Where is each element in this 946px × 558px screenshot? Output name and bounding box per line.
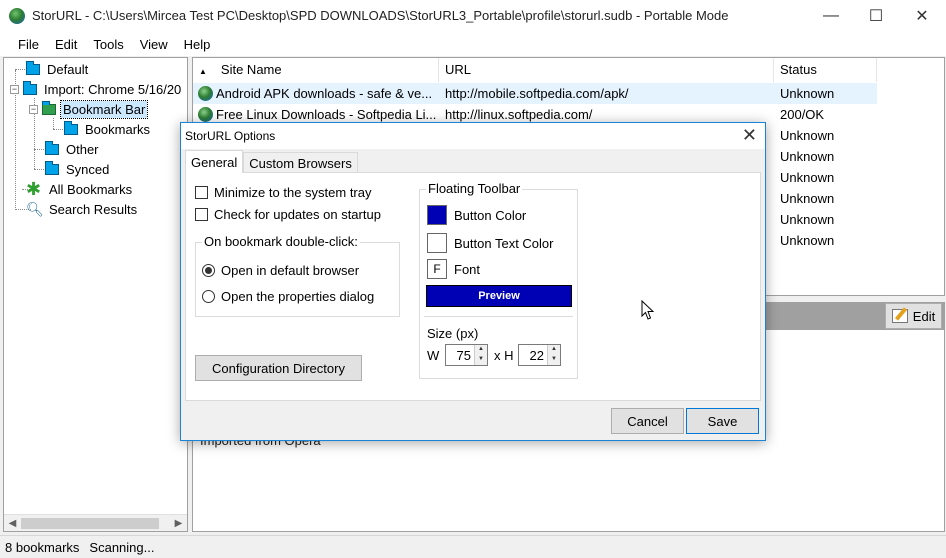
tree-item-bookmarks[interactable]: Bookmarks bbox=[64, 119, 152, 139]
column-status[interactable]: Status bbox=[774, 58, 877, 82]
folder-icon bbox=[42, 100, 56, 115]
status-bar: 8 bookmarks Scanning... bbox=[0, 535, 946, 558]
tab-custom-browsers[interactable]: Custom Browsers bbox=[243, 152, 358, 173]
font-label: Font bbox=[454, 262, 481, 277]
scroll-right-icon[interactable]: ▶ bbox=[170, 515, 187, 531]
menu-edit[interactable]: Edit bbox=[47, 37, 85, 52]
menu-bar: File Edit Tools View Help bbox=[0, 32, 946, 56]
radio-unselected[interactable] bbox=[202, 290, 215, 303]
radio-selected[interactable] bbox=[202, 264, 215, 277]
folder-icon bbox=[23, 80, 37, 95]
height-label: x H bbox=[494, 348, 514, 363]
edit-button[interactable]: Edit bbox=[885, 303, 942, 329]
sort-asc-icon: ▲ bbox=[199, 67, 207, 76]
tab-general[interactable]: General bbox=[185, 150, 244, 173]
preview-button[interactable]: Preview bbox=[426, 285, 572, 307]
status-activity: Scanning... bbox=[89, 539, 155, 555]
dialog-title: StorURL Options bbox=[185, 129, 276, 143]
globe-icon bbox=[198, 107, 213, 122]
pencil-icon bbox=[891, 309, 908, 323]
close-button[interactable]: ✕ bbox=[899, 0, 945, 32]
button-text-color-label: Button Text Color bbox=[454, 236, 554, 251]
open-properties-radio[interactable]: Open the properties dialog bbox=[202, 289, 374, 304]
dialog-tabs: General Custom Browsers bbox=[185, 150, 358, 173]
scroll-left-icon[interactable]: ◀ bbox=[4, 515, 21, 531]
checkbox-box[interactable] bbox=[195, 186, 208, 199]
dialog-close-icon[interactable]: ✕ bbox=[742, 125, 757, 146]
height-spinner[interactable]: 22 ▲ ▼ bbox=[518, 344, 561, 366]
minimize-tray-checkbox[interactable]: Minimize to the system tray bbox=[195, 185, 372, 200]
tree-item-bookmark-bar[interactable]: − Bookmark Bar bbox=[29, 99, 149, 119]
spin-down-icon[interactable]: ▼ bbox=[475, 355, 487, 365]
button-text-color-swatch[interactable] bbox=[427, 233, 447, 253]
column-site-name[interactable]: ▲ Site Name bbox=[193, 58, 439, 82]
list-header: ▲ Site Name URL Status bbox=[193, 58, 944, 82]
tree-item-default[interactable]: Default bbox=[26, 59, 90, 79]
configuration-directory-button[interactable]: Configuration Directory bbox=[195, 355, 362, 381]
menu-view[interactable]: View bbox=[132, 37, 176, 52]
title-bar: StorURL - C:\Users\Mircea Test PC\Deskto… bbox=[0, 0, 946, 32]
tree-item-other[interactable]: Other bbox=[45, 139, 101, 159]
search-icon: 🔍︎ bbox=[26, 200, 44, 217]
dialog-title-bar: StorURL Options ✕ bbox=[181, 123, 765, 149]
column-url[interactable]: URL bbox=[439, 58, 774, 82]
double-click-group: On bookmark double-click: Open in defaul… bbox=[195, 234, 400, 317]
collapse-icon[interactable]: − bbox=[29, 104, 38, 114]
window-title: StorURL - C:\Users\Mircea Test PC\Deskto… bbox=[32, 8, 729, 23]
folder-icon bbox=[45, 160, 59, 175]
spin-up-icon[interactable]: ▲ bbox=[548, 345, 560, 355]
scroll-thumb[interactable] bbox=[21, 518, 159, 529]
folder-tree[interactable]: Default − Import: Chrome 5/16/20 − Bookm… bbox=[3, 57, 188, 532]
button-color-label: Button Color bbox=[454, 208, 527, 223]
tree-horizontal-scrollbar[interactable]: ◀ ▶ bbox=[4, 514, 187, 531]
globe-icon bbox=[198, 86, 213, 101]
spin-down-icon[interactable]: ▼ bbox=[548, 355, 560, 365]
button-color-swatch[interactable] bbox=[427, 205, 447, 225]
floating-toolbar-group: Floating Toolbar Button Color Button Tex… bbox=[419, 181, 578, 379]
general-tab-panel: Minimize to the system tray Check for up… bbox=[185, 172, 761, 401]
spin-up-icon[interactable]: ▲ bbox=[475, 345, 487, 355]
open-default-radio[interactable]: Open in default browser bbox=[202, 263, 359, 278]
menu-tools[interactable]: Tools bbox=[85, 37, 131, 52]
folder-icon bbox=[64, 120, 78, 135]
star-icon: ✱ bbox=[26, 179, 42, 199]
checkbox-box[interactable] bbox=[195, 208, 208, 221]
app-globe-icon bbox=[9, 8, 25, 24]
minimize-button[interactable]: — bbox=[808, 0, 854, 32]
check-updates-checkbox[interactable]: Check for updates on startup bbox=[195, 207, 381, 222]
tree-item-all-bookmarks[interactable]: ✱ All Bookmarks bbox=[26, 179, 134, 199]
collapse-icon[interactable]: − bbox=[10, 84, 19, 94]
folder-icon bbox=[26, 60, 40, 75]
cancel-button[interactable]: Cancel bbox=[611, 408, 684, 434]
folder-icon bbox=[45, 140, 59, 155]
menu-file[interactable]: File bbox=[0, 37, 47, 52]
size-label: Size (px) bbox=[427, 326, 479, 341]
width-label: W bbox=[427, 348, 440, 363]
font-button[interactable]: F bbox=[427, 259, 447, 279]
save-button[interactable]: Save bbox=[686, 408, 759, 434]
table-row[interactable]: Android APK downloads - safe & ve... htt… bbox=[193, 83, 877, 104]
tree-item-import-chrome[interactable]: − Import: Chrome 5/16/20 bbox=[10, 79, 183, 99]
options-dialog: StorURL Options ✕ General Custom Browser… bbox=[180, 122, 766, 441]
mouse-cursor-icon bbox=[641, 300, 655, 320]
menu-help[interactable]: Help bbox=[176, 37, 219, 52]
tree-item-search-results[interactable]: 🔍︎ Search Results bbox=[26, 199, 139, 219]
maximize-button[interactable]: ☐ bbox=[853, 0, 899, 32]
bookmark-count: 8 bookmarks bbox=[5, 539, 80, 555]
tree-item-synced[interactable]: Synced bbox=[45, 159, 111, 179]
width-spinner[interactable]: 75 ▲ ▼ bbox=[445, 344, 488, 366]
